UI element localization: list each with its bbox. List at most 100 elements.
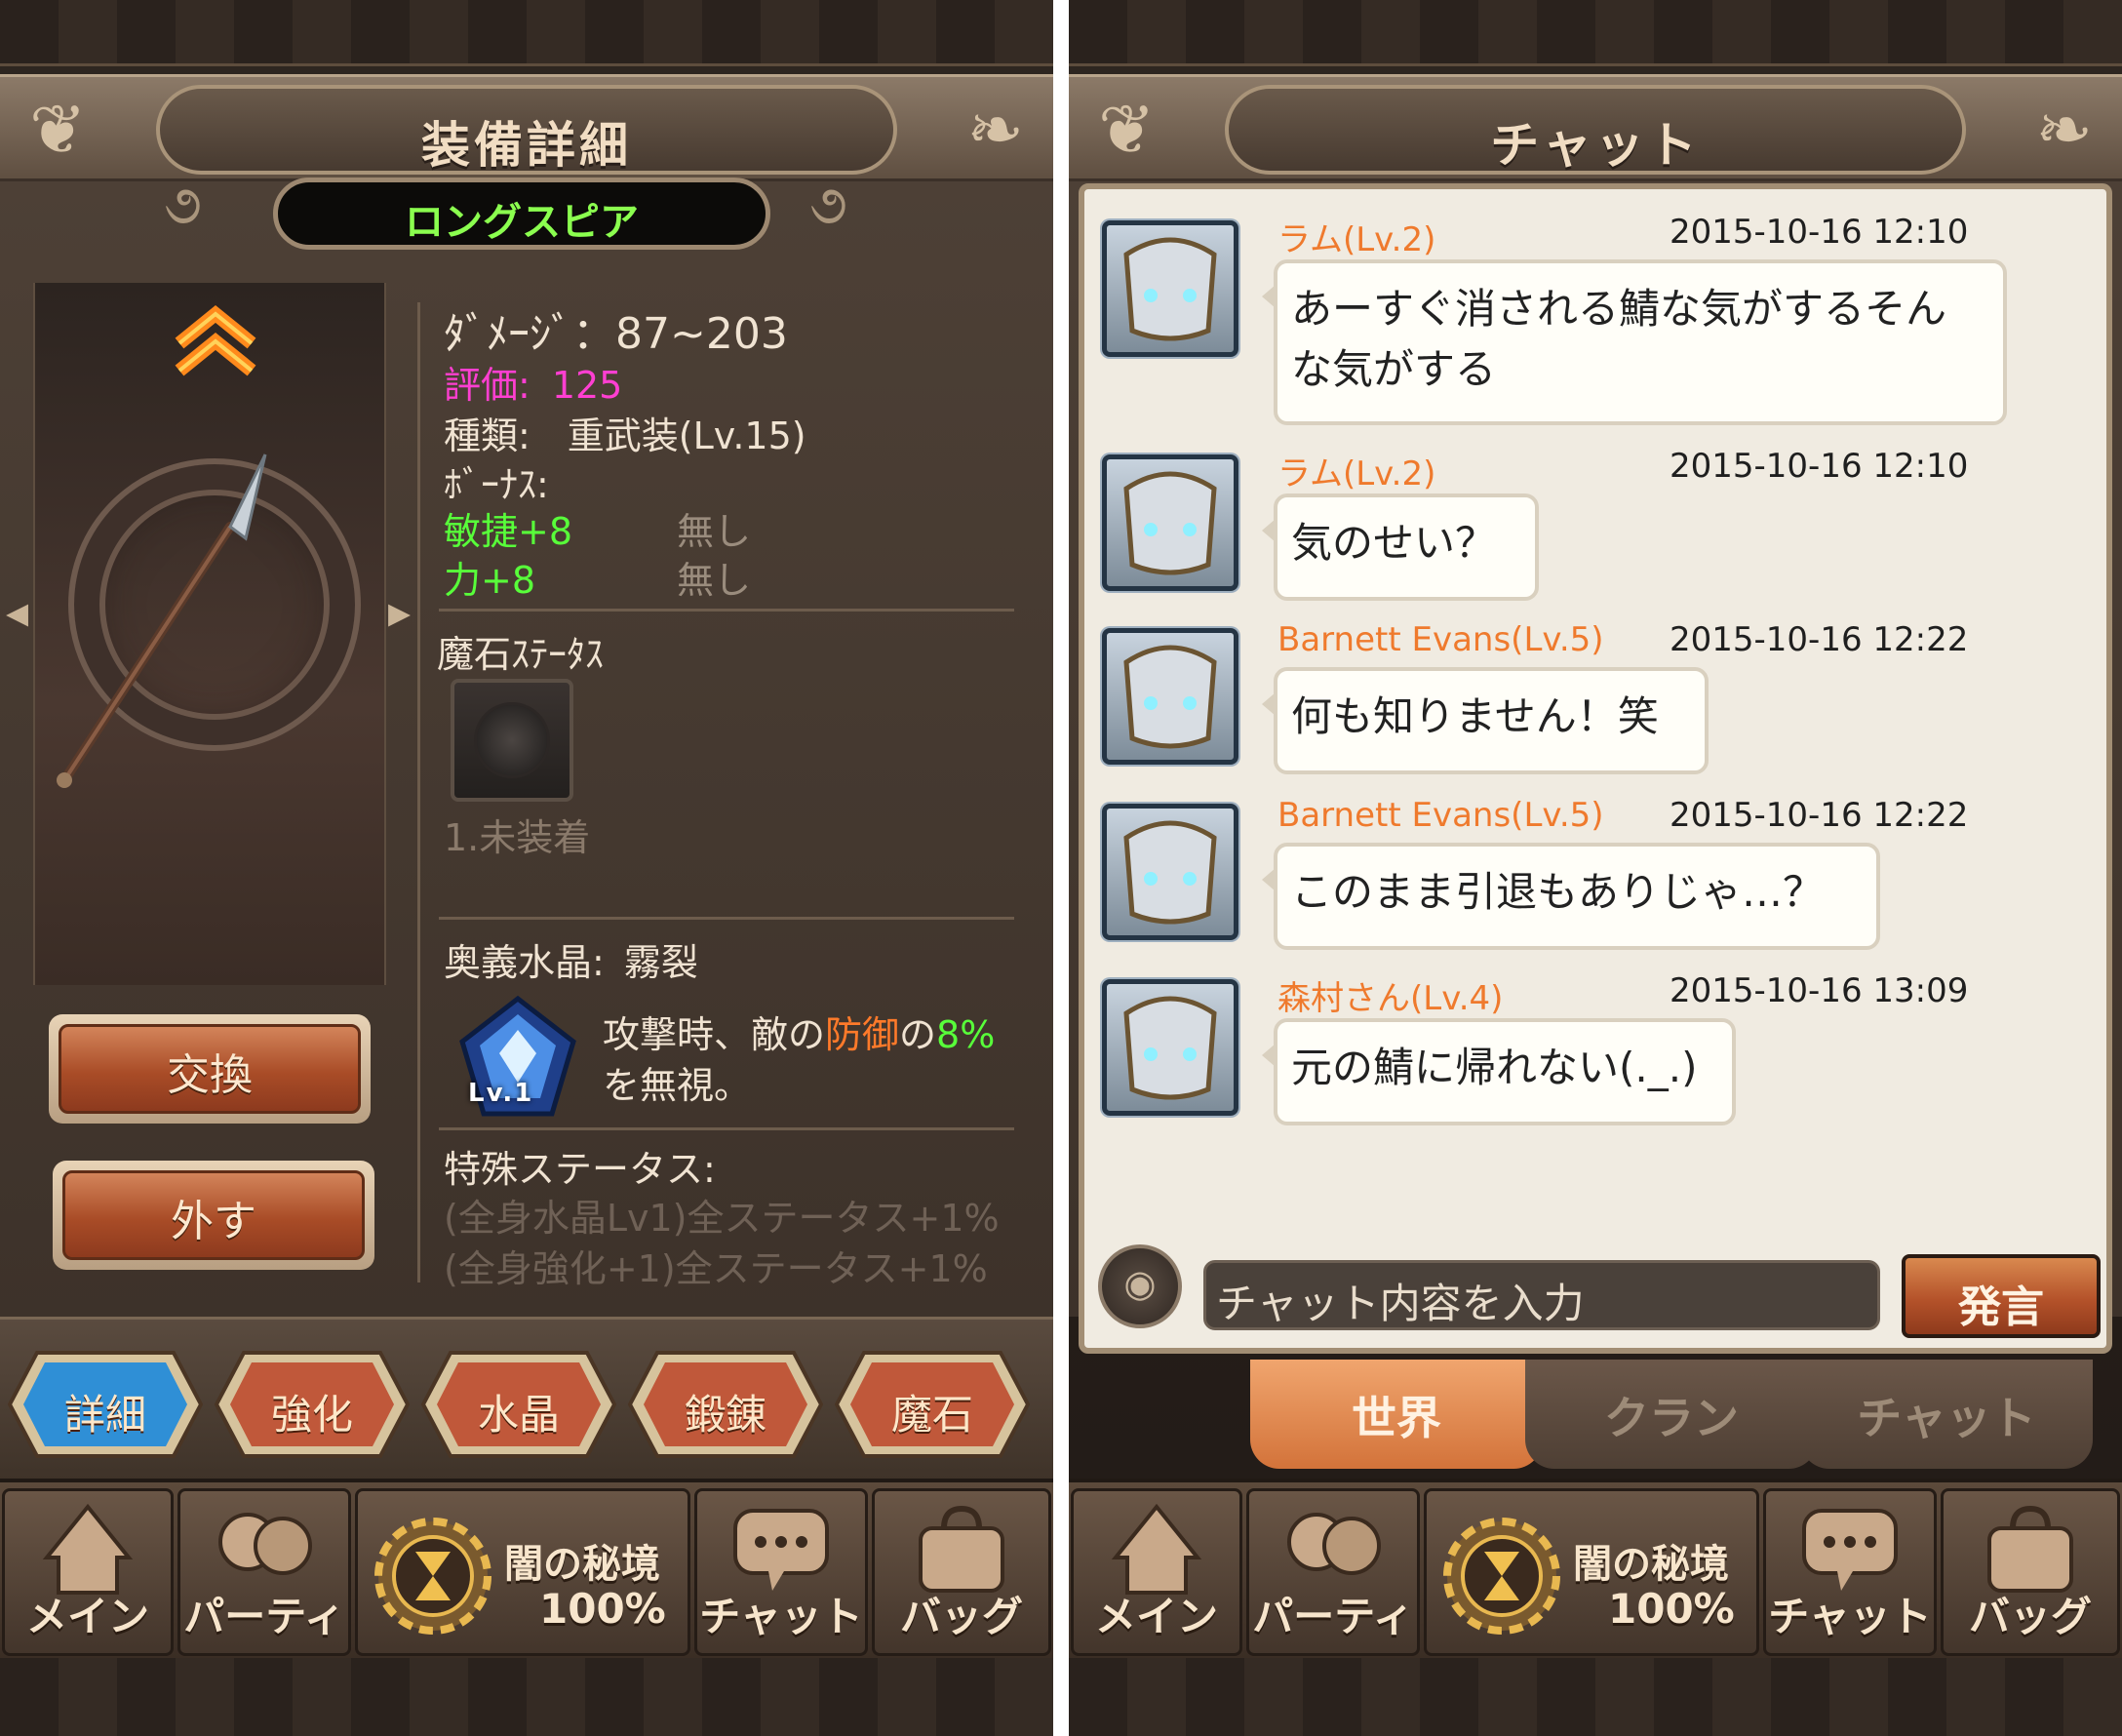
scroll-ornament-icon: ❦ [1098,90,1156,170]
helmet-avatar-icon [1123,996,1217,1100]
damage-stat: ﾀﾞﾒｰｼﾞ：87~203 [444,309,788,359]
message-bubble: このまま引退もありじゃ…？ [1262,843,1880,950]
message-author: 森村さん(Lv.4) [1277,979,1504,1018]
avatar[interactable] [1102,804,1238,940]
hourglass-gear-icon [374,1518,491,1635]
bonus-label: ﾎﾞｰﾅｽ: [444,463,549,506]
bag-icon [919,1505,1004,1593]
special-status-label: 特殊ステータス: [444,1148,716,1191]
microphone-icon: ◉ [1123,1262,1157,1305]
section-divider [439,1127,1014,1130]
message-time: 2015-10-16 12:22 [1670,796,1969,835]
message-author: ラム(Lv.2) [1277,220,1436,259]
scroll-ornament-icon: ❦ [29,90,87,170]
special-status-line: (全身強化+1)全ステータス+1% [444,1247,988,1290]
scroll-ornament-icon: ❧ [2035,90,2093,170]
remove-button[interactable]: 外す [53,1161,374,1270]
section-divider [439,609,1014,612]
chat-channel-tabs: 世界 クラン チャット [1069,1354,2122,1479]
helmet-avatar-icon [1123,471,1217,575]
party-icon [218,1513,312,1575]
header-bar: ❦ チャット ❧ [1069,74,2122,181]
nav-dark-dungeon[interactable]: 闇の秘境 100% [1424,1488,1759,1656]
crystal-level-badge: Lv.1 [468,1079,534,1108]
avatar[interactable] [1102,979,1238,1116]
next-item-icon[interactable]: ▸ [388,585,411,638]
nav-main[interactable]: メイン [1071,1488,1242,1656]
message-bubble: 気のせい？ [1262,493,1539,601]
nav-party[interactable]: パーティ [177,1488,351,1656]
send-button[interactable]: 発言 [1902,1254,2101,1338]
magic-stone-slot-label: 1.未装着 [444,816,591,859]
magic-stone-slot[interactable] [451,679,573,802]
bonus-row: 力+8 [444,559,536,602]
item-name-plate: ロングスピア [273,178,770,250]
screenshot-divider [1053,0,1069,1736]
avatar[interactable] [1102,220,1238,357]
avatar[interactable] [1102,454,1238,591]
title-plaque: チャット [1225,85,1966,175]
tab-training[interactable]: 鍛錬 [628,1349,823,1460]
page-title: チャット [1490,117,1701,174]
equipment-tab-strip: 詳細 強化 水晶 鍛錬 魔石 [0,1317,1053,1479]
message-bubble: あーすぐ消される鯖な気がするそん な気がする [1262,259,2007,425]
curl-ornament-icon: ૭ [164,174,202,237]
secret-crystal-row: 奥義水晶: 霧裂 [444,941,698,984]
crystal-description: 攻撃時、敵の防御の8% [603,1013,996,1056]
previous-item-icon[interactable]: ◂ [6,585,28,638]
nav-bag[interactable]: バッグ [872,1488,1051,1656]
message-author: Barnett Evans(Lv.5) [1277,620,1604,659]
tab-magic-stone[interactable]: 魔石 [835,1349,1030,1460]
weapon-preview [33,283,386,985]
tab-enhance[interactable]: 強化 [215,1349,410,1460]
message-author: Barnett Evans(Lv.5) [1277,796,1604,835]
helmet-avatar-icon [1123,237,1217,341]
scroll-ornament-icon: ❧ [966,90,1024,170]
curl-ornament-icon: ૭ [809,174,847,237]
chat-message-input[interactable]: チャット内容を入力 [1203,1260,1880,1330]
section-divider [439,917,1014,920]
nav-party[interactable]: パーティ [1246,1488,1420,1656]
bonus-note: 無し [677,510,752,553]
avatar[interactable] [1102,628,1238,765]
house-icon [42,1503,134,1595]
message-author: ラム(Lv.2) [1277,454,1436,493]
helmet-avatar-icon [1123,820,1217,925]
tab-clan[interactable]: クラン [1525,1360,1818,1469]
nav-chat[interactable]: チャット [1763,1488,1937,1656]
tab-crystal[interactable]: 水晶 [421,1349,616,1460]
equipment-detail-screen: ❦ 装備詳細 ❧ ૭ ૭ ロングスピア ◂ ▸ 交換 外す ﾀﾞﾒｰｼﾞ：87~… [0,0,1053,1736]
tab-world[interactable]: 世界 [1250,1360,1543,1469]
type-stat: 種類: 重武装(Lv.15) [444,414,806,457]
bonus-note: 無し [677,559,752,602]
bottom-border-pattern [0,1658,1053,1736]
top-border-pattern [1069,0,2122,66]
hourglass-gear-icon [1443,1518,1560,1635]
top-border-pattern [0,0,1053,66]
nav-bag[interactable]: バッグ [1941,1488,2120,1656]
page-title: 装備詳細 [421,117,632,174]
bottom-border-pattern [1069,1658,2122,1736]
title-plaque: 装備詳細 [156,85,897,175]
bottom-nav: メイン パーティ 闇の秘境 100% チャット バッグ [1069,1479,2122,1658]
magic-stone-label: 魔石ｽﾃｰﾀｽ [437,633,605,676]
tab-detail[interactable]: 詳細 [8,1349,203,1460]
helmet-avatar-icon [1123,645,1217,749]
nav-main[interactable]: メイン [2,1488,174,1656]
tab-chat[interactable]: チャット [1800,1360,2093,1469]
house-icon [1111,1503,1202,1595]
chat-bubble-icon [733,1509,829,1591]
exchange-button[interactable]: 交換 [49,1014,371,1124]
message-time: 2015-10-16 12:10 [1670,447,1969,486]
item-name: ロングスピア [405,200,639,245]
spear-icon [57,454,267,788]
chat-log[interactable]: ラム(Lv.2) 2015-10-16 12:10 あーすぐ消される鯖な気がする… [1079,183,2112,1354]
crystal-description-2: を無視。 [603,1064,752,1107]
party-icon [1287,1513,1381,1575]
nav-chat[interactable]: チャット [694,1488,868,1656]
nav-dark-dungeon[interactable]: 闇の秘境 100% [355,1488,690,1656]
message-bubble: 何も知りません！笑 [1262,667,1709,774]
chat-bubble-icon [1802,1509,1898,1591]
header-bar: ❦ 装備詳細 ❧ [0,74,1053,181]
voice-input-button[interactable]: ◉ [1098,1244,1182,1328]
